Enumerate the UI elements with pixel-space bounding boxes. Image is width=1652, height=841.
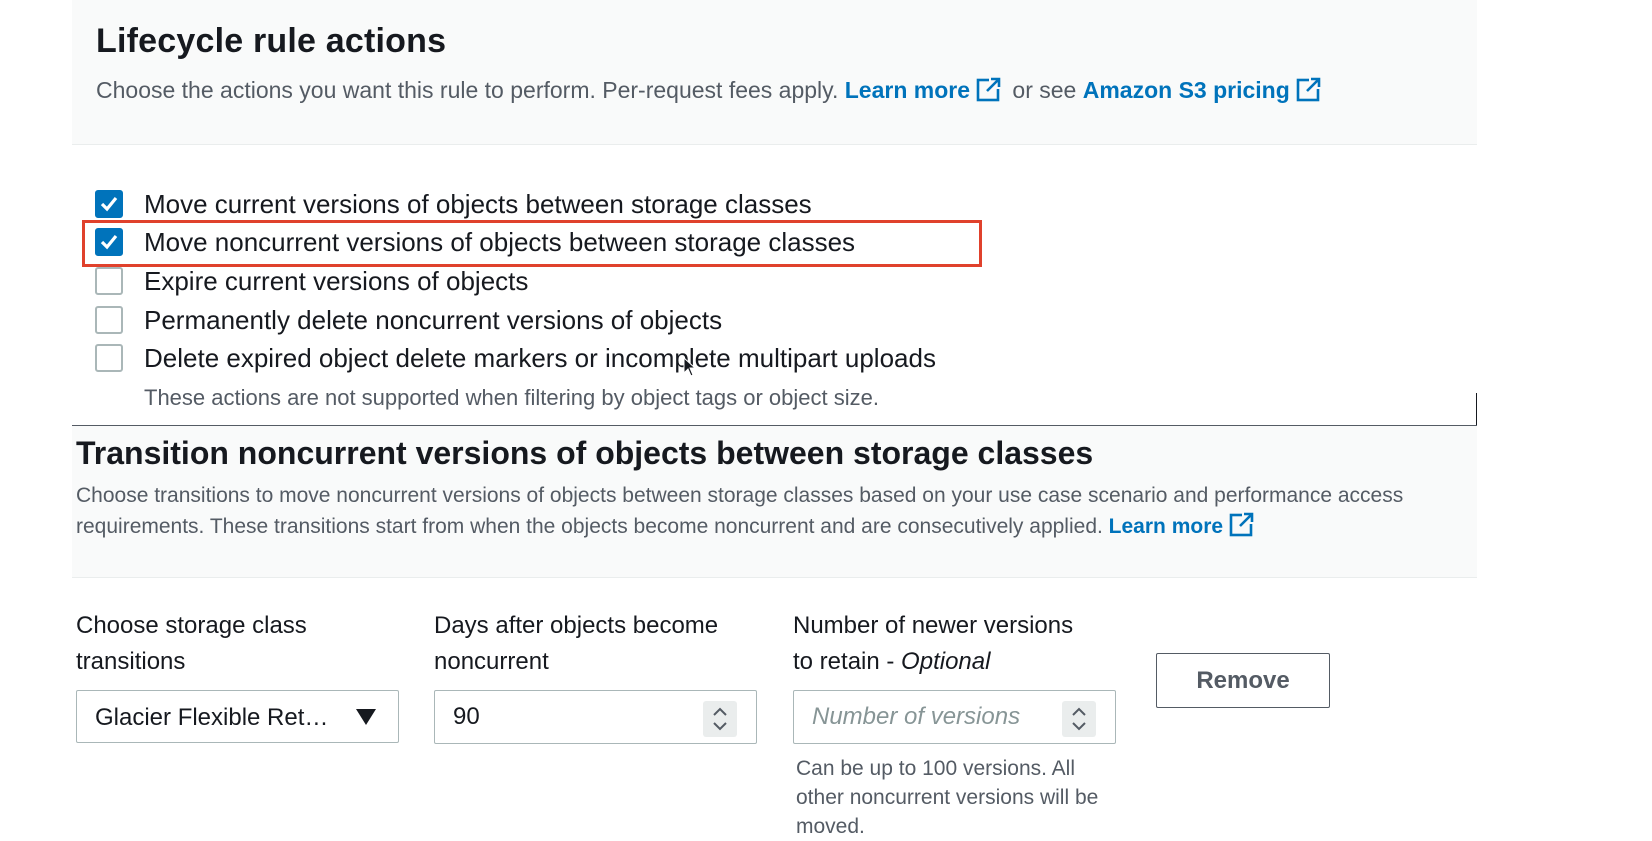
section-title-lifecycle-actions: Lifecycle rule actions [96, 22, 447, 60]
stepper-icon [713, 707, 727, 731]
external-link-icon [1296, 77, 1321, 102]
option-label: Expire current versions of objects [144, 266, 529, 296]
learn-more-link[interactable]: Learn more [1109, 512, 1259, 538]
external-link-icon [1229, 512, 1255, 537]
highlight-annotation [82, 220, 982, 267]
section-title-transition-noncurrent: Transition noncurrent versions of object… [76, 435, 1094, 471]
s3-pricing-link[interactable]: Amazon S3 pricing [1083, 77, 1326, 103]
versions-label: Number of newer versions to retain - Opt… [793, 612, 1074, 675]
actions-hint: These actions are not supported when fil… [144, 385, 879, 410]
caret-down-icon [356, 709, 376, 725]
description-text: Choose the actions you want this rule to… [96, 77, 839, 103]
external-link-icon [976, 77, 1002, 102]
stepper-icon [1072, 707, 1086, 731]
checkbox-unchecked[interactable] [95, 306, 123, 334]
versions-stepper[interactable] [1062, 701, 1096, 737]
option-label: Permanently delete noncurrent versions o… [144, 305, 723, 335]
storage-class-value: Glacier Flexible Ret… [95, 704, 329, 731]
section-description: Choose the actions you want this rule to… [96, 76, 1326, 104]
storage-class-select[interactable]: Glacier Flexible Ret… [76, 690, 399, 743]
checkbox-unchecked[interactable] [95, 267, 123, 295]
or-see-text: or see [1012, 77, 1077, 103]
mouse-cursor-icon [683, 357, 697, 377]
checkbox-unchecked[interactable] [95, 344, 123, 372]
option-label: Move current versions of objects between… [144, 189, 812, 219]
remove-button[interactable]: Remove [1156, 653, 1330, 708]
days-stepper[interactable] [703, 701, 737, 737]
storage-class-label: Choose storage class transitions [76, 612, 307, 675]
days-label: Days after objects become noncurrent [434, 612, 719, 675]
learn-more-link[interactable]: Learn more [845, 77, 1006, 103]
checkbox-checked[interactable] [95, 190, 123, 218]
versions-help-text: Can be up to 100 versions. All other non… [796, 757, 1099, 838]
transition-description: Choose transitions to move noncurrent ve… [76, 481, 1486, 542]
divider [1476, 393, 1477, 426]
option-label: Delete expired object delete markers or … [144, 343, 936, 373]
